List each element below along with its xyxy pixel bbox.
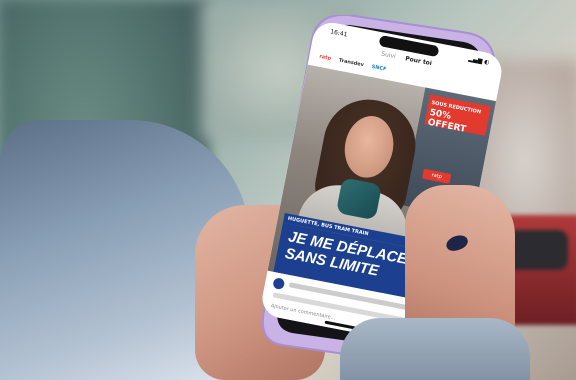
logo-ratp: ratp: [318, 53, 332, 62]
status-time: 16:41: [329, 28, 348, 39]
photo-scene: 16:41 ▂▄▆ ◐ Suivi Pour toi ratp Transdev…: [0, 0, 576, 380]
logo-sncf: SNCF: [371, 63, 387, 73]
logo-transdev: Transdev: [338, 57, 365, 69]
avatar[interactable]: [272, 277, 286, 291]
status-signal-icon: ▂▄▆ ◐: [468, 55, 490, 67]
right-sleeve: [340, 318, 530, 380]
tab-following[interactable]: Suivi: [380, 51, 397, 66]
ad-person-scarf: [335, 177, 382, 221]
